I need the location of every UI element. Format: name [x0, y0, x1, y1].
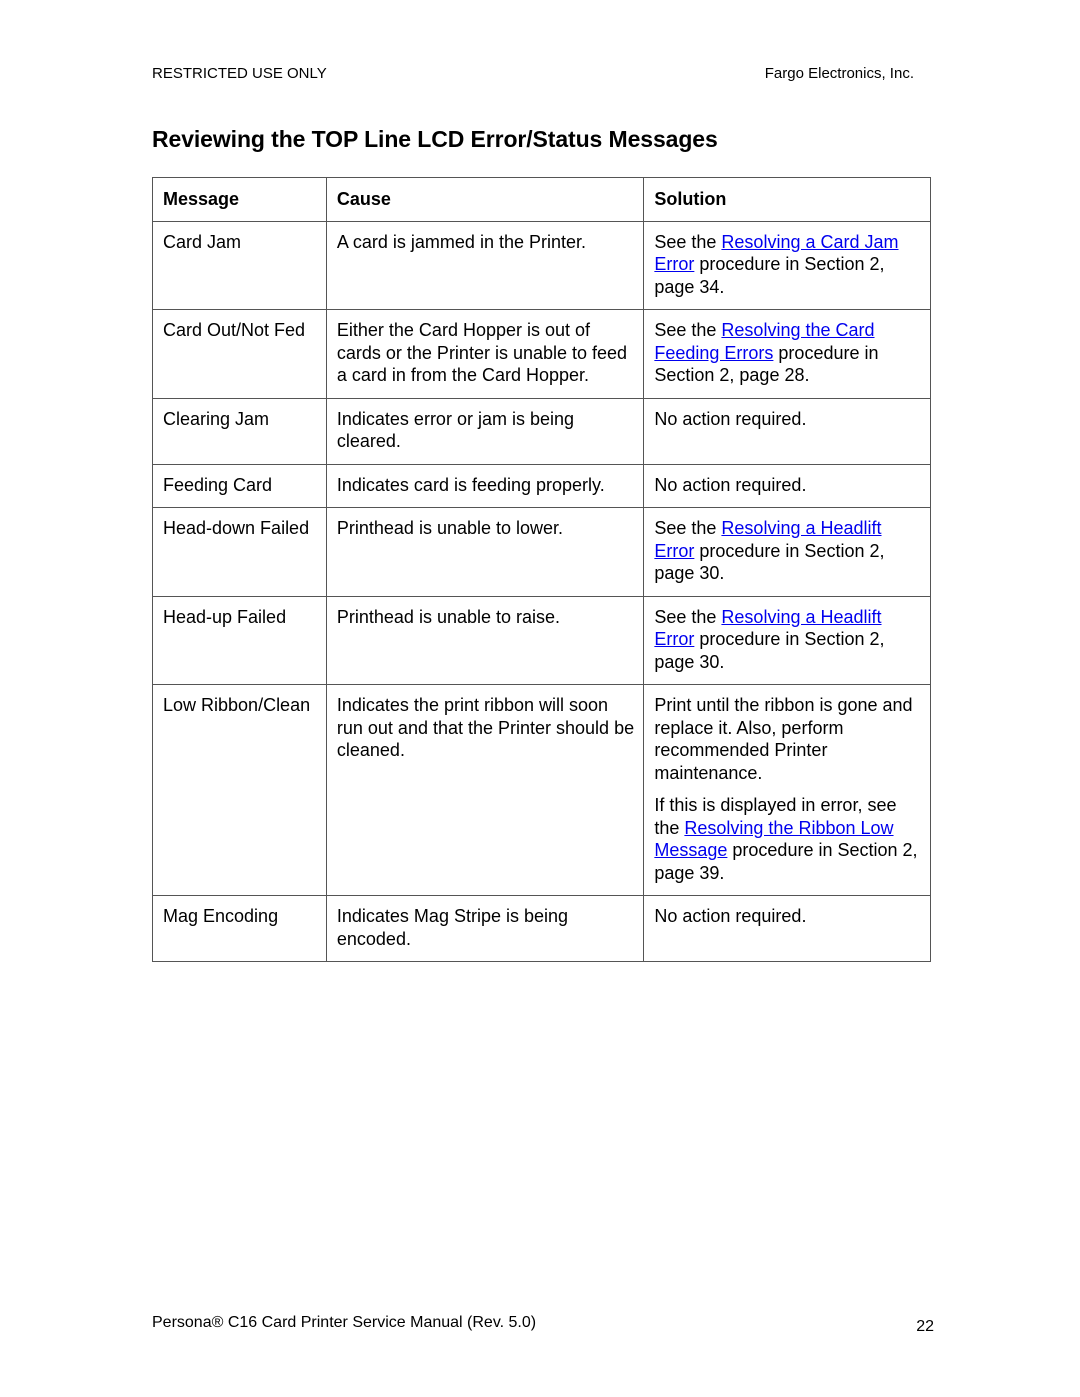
solution-text: No action required. [654, 474, 807, 495]
table-row: Mag Encoding Indicates Mag Stripe is bein… [152, 895, 931, 962]
solution-cell: No action required. [643, 895, 931, 962]
cause-cell: Either the Card Hopper is out of cards o… [325, 309, 645, 399]
column-header-message: Message [152, 177, 327, 222]
header-company-name: Fargo Electronics, Inc. [764, 65, 914, 82]
footer-page-number: 22 [916, 1318, 934, 1335]
lcd-messages-table: Message Cause Solution Card Jam A card is… [152, 177, 931, 962]
solution-cell: See the Resolving a Card Jam Error proce… [643, 220, 931, 310]
solution-cell: See the Resolving the Card Feeding Error… [643, 309, 931, 399]
message-cell: Card Jam [152, 220, 327, 310]
solution-cell: See the Resolving a Headlift Error proce… [643, 507, 931, 597]
solution-cell: No action required. [643, 397, 931, 465]
solution-text: Print until the ribbon is gone and repla… [654, 695, 913, 783]
solution-paragraph: See the Resolving a Card Jam Error proce… [654, 231, 921, 299]
table-header-row: Message Cause Solution [152, 177, 931, 222]
solution-paragraph: No action required. [654, 474, 921, 497]
cause-cell: Printhead is unable to raise. [325, 595, 645, 685]
cause-cell: A card is jammed in the Printer. [325, 220, 645, 310]
message-cell: Feeding Card [152, 463, 327, 508]
message-cell: Head-up Failed [152, 595, 327, 685]
page-title: Reviewing the TOP Line LCD Error/Status … [152, 126, 718, 152]
solution-cell: Print until the ribbon is gone and repla… [643, 684, 931, 896]
solution-cell: No action required. [643, 463, 931, 508]
column-header-solution: Solution [643, 177, 931, 222]
solution-text: See the [654, 518, 722, 538]
solution-paragraph: See the Resolving the Card Feeding Error… [654, 319, 921, 387]
message-cell: Head-down Failed [152, 507, 327, 597]
solution-paragraph: Print until the ribbon is gone and repla… [654, 694, 921, 784]
footer-manual-title: Persona® C16 Card Printer Service Manual… [152, 1314, 537, 1331]
table-row: Head-down Failed Printhead is unable to l… [152, 507, 931, 597]
solution-paragraph: No action required. [654, 408, 921, 431]
cause-cell: Printhead is unable to lower. [325, 507, 645, 597]
message-cell: Clearing Jam [152, 397, 327, 465]
table-row: Clearing Jam Indicates error or jam is be… [152, 397, 931, 465]
table-row: Low Ribbon/Clean Indicates the print ribb… [152, 684, 931, 896]
solution-cell: See the Resolving a Headlift Error proce… [643, 595, 931, 685]
solution-text: See the [654, 606, 722, 627]
solution-paragraph: If this is displayed in error, see the R… [654, 794, 921, 884]
cause-cell: Indicates Mag Stripe is being encoded. [325, 895, 645, 962]
column-header-cause: Cause [325, 177, 645, 222]
cause-cell: Indicates card is feeding properly. [325, 463, 645, 508]
solution-text: No action required. [654, 408, 807, 429]
table-row: Card Out/Not Fed Either the Card Hopper i… [152, 309, 931, 399]
cause-cell: Indicates the print ribbon will soon run… [325, 684, 645, 896]
message-cell: Low Ribbon/Clean [152, 684, 327, 896]
table-row: Head-up Failed Printhead is unable to rai… [152, 595, 931, 685]
solution-paragraph: See the Resolving a Headlift Error proce… [654, 606, 921, 674]
solution-text: See the [654, 320, 722, 340]
message-cell: Mag Encoding [152, 895, 327, 962]
cause-cell: Indicates error or jam is being cleared. [325, 397, 645, 465]
solution-text: See the [654, 231, 722, 252]
header-restricted-label: RESTRICTED USE ONLY [152, 65, 327, 82]
solution-paragraph: See the Resolving a Headlift Error proce… [654, 517, 921, 585]
solution-text: No action required. [654, 906, 807, 926]
table-row: Card Jam A card is jammed in the Printer.… [152, 220, 931, 310]
solution-paragraph: No action required. [654, 905, 921, 928]
table-row: Feeding Card Indicates card is feeding pr… [152, 463, 931, 508]
message-cell: Card Out/Not Fed [152, 309, 327, 399]
